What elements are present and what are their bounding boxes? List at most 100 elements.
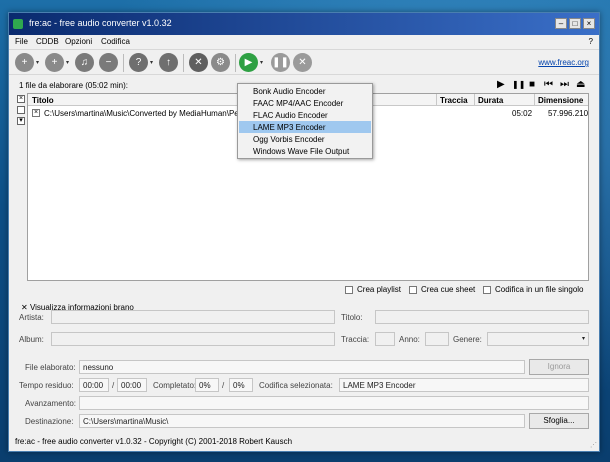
playlist-option[interactable]: Crea playlist (345, 285, 401, 294)
menu-file[interactable]: File (15, 37, 28, 46)
time-left-label: Tempo residuo: (19, 381, 74, 390)
cd-audio-icon[interactable]: ♫ (75, 53, 94, 72)
website-link[interactable]: www.freac.org (538, 58, 589, 67)
row-duration: 05:02 (512, 109, 533, 118)
row-size: 57.996.210 (548, 109, 589, 118)
progress-label: Avanzamento: (25, 399, 76, 408)
ignore-button[interactable]: Ignora (529, 359, 589, 375)
column-title[interactable]: Titolo (32, 96, 54, 105)
app-icon (13, 19, 23, 29)
playlist-checkbox[interactable] (345, 285, 353, 294)
stop-icon[interactable]: ✕ (293, 53, 312, 72)
pause-icon[interactable]: ❚❚ (271, 53, 290, 72)
start-encoding-icon[interactable]: ▶ (239, 53, 258, 72)
title-label: Titolo: (341, 313, 363, 322)
completed-total-field: 0% (229, 378, 253, 392)
resize-grip-icon[interactable]: ⋰ (590, 441, 597, 449)
cddb-query-icon[interactable]: ? (129, 53, 148, 72)
encoder-option-ogg[interactable]: Ogg Vorbis Encoder (239, 133, 371, 145)
completed-separator: / (222, 381, 225, 390)
files-count-label: 1 file da elaborare (05:02 min): (19, 81, 128, 90)
destination-label: Destinazione: (25, 417, 74, 426)
chevron-down-icon[interactable]: ▾ (36, 59, 39, 66)
playlist-label: Crea playlist (357, 285, 402, 294)
selected-encoder-label: Codifica selezionata: (259, 381, 333, 390)
remove-icon[interactable]: − (99, 53, 118, 72)
play-icon[interactable]: ▶ (497, 79, 505, 90)
completed-file-field: 0% (195, 378, 219, 392)
maximize-button[interactable]: □ (569, 18, 581, 29)
encoder-option-lame[interactable]: LAME MP3 Encoder (239, 121, 371, 133)
column-divider (474, 94, 475, 106)
selected-encoder-field: LAME MP3 Encoder (339, 378, 589, 392)
destination-field[interactable]: C:\Users\martina\Music\ (79, 414, 525, 428)
cue-checkbox[interactable] (409, 285, 417, 294)
settings-icon[interactable]: ⚙ (211, 53, 230, 72)
toolbar: + ▾ + ▾ ♫ − ? ▾ ↑ ✕ ⚙ ▶ ▾ ❚❚ ✕ www.freac… (9, 49, 599, 75)
window-title: fre:ac - free audio converter v1.0.32 (29, 18, 172, 28)
encoder-option-bonk[interactable]: Bonk Audio Encoder (239, 85, 371, 97)
genre-select[interactable]: ▾ (487, 332, 589, 346)
select-menu-checkbox[interactable]: ▾ (17, 117, 25, 125)
column-track[interactable]: Traccia (440, 96, 468, 105)
time-total-field: 00:00 (117, 378, 147, 392)
tools-icon[interactable]: ✕ (189, 53, 208, 72)
track-label: Traccia: (341, 335, 370, 344)
row-checkbox[interactable]: × (32, 109, 40, 117)
track-field[interactable] (375, 332, 395, 346)
column-duration[interactable]: Durata (478, 96, 503, 105)
artist-field[interactable] (51, 310, 335, 324)
eject-icon[interactable]: ⏏ (576, 79, 585, 90)
title-field[interactable] (375, 310, 589, 324)
encoder-option-wave[interactable]: Windows Wave File Output (239, 145, 371, 157)
album-label: Album: (19, 335, 44, 344)
processed-file-label: File elaborato: (25, 363, 76, 372)
previous-track-icon[interactable]: ⏮ (544, 79, 553, 90)
chevron-down-icon[interactable]: ▾ (66, 59, 69, 66)
pause-track-icon[interactable]: ❚❚ (512, 80, 525, 89)
chevron-down-icon[interactable]: ▾ (260, 59, 263, 66)
collapse-icon[interactable]: ✕ (21, 303, 30, 312)
column-divider (436, 94, 437, 106)
cue-option[interactable]: Crea cue sheet (409, 285, 475, 294)
genre-label: Genere: (453, 335, 482, 344)
menu-options[interactable]: Opzioni (65, 37, 92, 46)
close-button[interactable]: × (583, 18, 595, 29)
menu-cddb[interactable]: CDDB (36, 37, 59, 46)
encoder-option-faac[interactable]: FAAC MP4/AAC Encoder (239, 97, 371, 109)
toolbar-separator (183, 54, 184, 72)
chevron-down-icon: ▾ (581, 336, 585, 342)
minimize-button[interactable]: – (555, 18, 567, 29)
select-all-checkbox[interactable]: × (17, 95, 25, 103)
processed-file-field: nessuno (79, 360, 525, 374)
add-files-icon[interactable]: + (15, 53, 34, 72)
single-file-label: Codifica in un file singolo (495, 285, 584, 294)
completed-label: Completato: (153, 381, 197, 390)
year-field[interactable] (425, 332, 449, 346)
menu-bar: File CDDB Opzioni Codifica ? (9, 35, 599, 49)
chevron-down-icon[interactable]: ▾ (150, 59, 153, 66)
album-field[interactable] (51, 332, 335, 346)
select-checkbox[interactable] (17, 106, 25, 114)
menu-help[interactable]: ? (589, 37, 593, 46)
menu-encode[interactable]: Codifica (101, 37, 130, 46)
encoder-option-flac[interactable]: FLAC Audio Encoder (239, 109, 371, 121)
single-file-option[interactable]: Codifica in un file singolo (483, 285, 584, 294)
next-track-icon[interactable]: ⏭ (560, 79, 569, 90)
progress-bar (79, 396, 589, 410)
browse-button[interactable]: Sfoglia... (529, 413, 589, 429)
toolbar-separator (123, 54, 124, 72)
title-bar: fre:ac - free audio converter v1.0.32 – … (9, 13, 599, 35)
cddb-submit-icon[interactable]: ↑ (159, 53, 178, 72)
encoder-dropdown-menu: Bonk Audio Encoder FAAC MP4/AAC Encoder … (237, 83, 373, 159)
single-file-checkbox[interactable] (483, 285, 491, 294)
app-window: fre:ac - free audio converter v1.0.32 – … (8, 12, 600, 452)
toolbar-separator (235, 54, 236, 72)
time-elapsed-field: 00:00 (79, 378, 109, 392)
add-folder-icon[interactable]: + (45, 53, 64, 72)
artist-label: Artista: (19, 313, 44, 322)
column-size[interactable]: Dimensione (538, 96, 583, 105)
row-title: C:\Users\martina\Music\Converted by Medi… (44, 109, 242, 118)
cue-label: Crea cue sheet (421, 285, 476, 294)
stop-track-icon[interactable]: ■ (529, 79, 535, 90)
